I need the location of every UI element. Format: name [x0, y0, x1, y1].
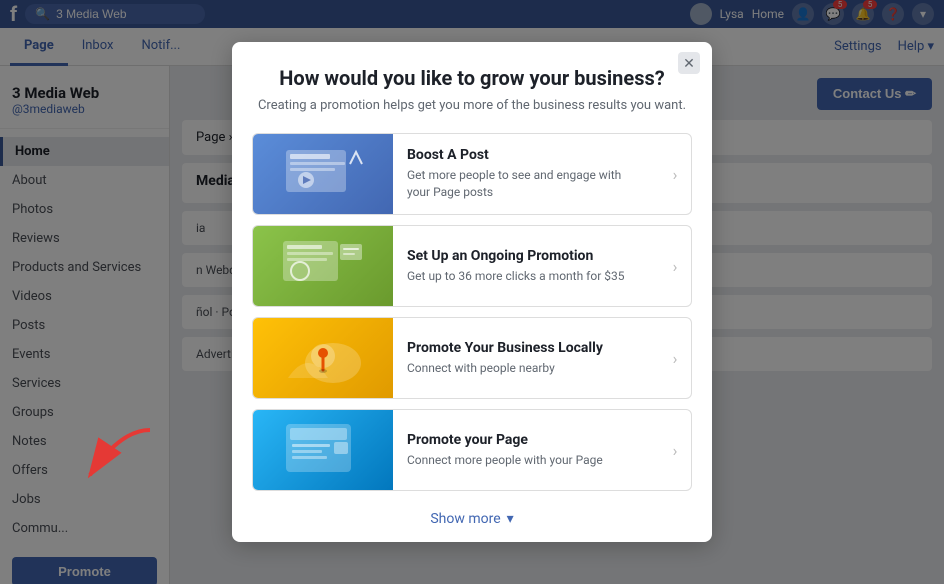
modal-subtitle: Creating a promotion helps get you more …	[252, 98, 692, 113]
boost-desc: Get more people to see and engage with y…	[407, 167, 645, 201]
ongoing-title: Set Up an Ongoing Promotion	[407, 248, 645, 264]
promo-thumb-local	[253, 318, 393, 398]
local-arrow: ›	[659, 349, 691, 368]
promo-text-boost: Boost A Post Get more people to see and …	[393, 137, 659, 211]
modal-overlay: ✕ How would you like to grow your busine…	[0, 0, 944, 584]
page-arrow: ›	[659, 441, 691, 460]
show-more-icon: ▾	[507, 511, 514, 527]
promo-text-ongoing: Set Up an Ongoing Promotion Get up to 36…	[393, 238, 659, 295]
modal-close-button[interactable]: ✕	[678, 52, 700, 74]
modal-title: How would you like to grow your business…	[252, 66, 692, 90]
promo-thumb-boost	[253, 134, 393, 214]
promo-option-local[interactable]: Promote Your Business Locally Connect wi…	[252, 317, 692, 399]
promo-text-local: Promote Your Business Locally Connect wi…	[393, 330, 659, 387]
show-more-button[interactable]: Show more ▾	[252, 501, 692, 531]
local-desc: Connect with people nearby	[407, 360, 645, 377]
promo-thumb-page	[253, 410, 393, 490]
promote-modal: ✕ How would you like to grow your busine…	[232, 42, 712, 542]
promo-option-page[interactable]: Promote your Page Connect more people wi…	[252, 409, 692, 491]
ongoing-arrow: ›	[659, 257, 691, 276]
promote-page-title: Promote your Page	[407, 432, 645, 448]
boost-arrow: ›	[659, 165, 691, 184]
ongoing-desc: Get up to 36 more clicks a month for $35	[407, 268, 645, 285]
local-title: Promote Your Business Locally	[407, 340, 645, 356]
promo-thumb-ongoing	[253, 226, 393, 306]
boost-title: Boost A Post	[407, 147, 645, 163]
promo-option-boost[interactable]: Boost A Post Get more people to see and …	[252, 133, 692, 215]
show-more-label: Show more	[430, 511, 500, 527]
promo-text-page: Promote your Page Connect more people wi…	[393, 422, 659, 479]
promo-option-ongoing[interactable]: Set Up an Ongoing Promotion Get up to 36…	[252, 225, 692, 307]
promote-page-desc: Connect more people with your Page	[407, 452, 645, 469]
